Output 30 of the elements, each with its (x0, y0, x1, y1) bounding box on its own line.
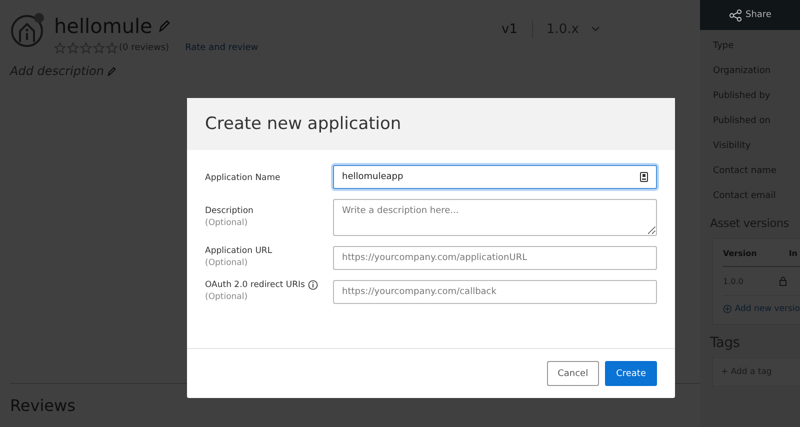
optional-note: (Optional) (205, 292, 249, 302)
description-field[interactable]: Write a description here... (333, 199, 657, 236)
field-label: Application Name (205, 173, 280, 183)
star-icon[interactable] (54, 42, 66, 54)
optional-note: (Optional) (205, 218, 249, 228)
star-icon[interactable] (67, 42, 79, 54)
input-field[interactable]: https://yourcompany.com/applicationURL (333, 246, 657, 270)
house-logo-icon (10, 12, 46, 48)
input-field[interactable]: https://yourcompany.com/callback (333, 280, 657, 304)
autofill-icon[interactable] (640, 172, 648, 182)
cancel-button[interactable]: Cancel (546, 361, 600, 386)
add-circle-icon (723, 302, 732, 316)
field-label: Description (205, 206, 254, 216)
rate-and-review-link[interactable]: Rate and review (185, 43, 258, 53)
star-icon[interactable] (106, 42, 118, 54)
pencil-icon[interactable] (158, 19, 170, 33)
star-rating[interactable] (54, 42, 118, 54)
input-field[interactable]: hellomuleapp (333, 165, 657, 189)
star-icon[interactable] (93, 42, 105, 54)
optional-note: (Optional) (205, 258, 249, 268)
pencil-icon[interactable] (106, 66, 116, 76)
dialog-title: Create new application (205, 114, 402, 134)
star-icon[interactable] (80, 42, 92, 54)
share-button[interactable]: Share (700, 0, 800, 30)
caret-icon (591, 26, 600, 32)
field-label: OAuth 2.0 redirect URIs (205, 280, 305, 290)
field-label: Application URL (205, 246, 272, 256)
share-icon (728, 8, 742, 22)
create-button[interactable]: Create (605, 361, 657, 386)
info-icon[interactable] (308, 280, 318, 290)
